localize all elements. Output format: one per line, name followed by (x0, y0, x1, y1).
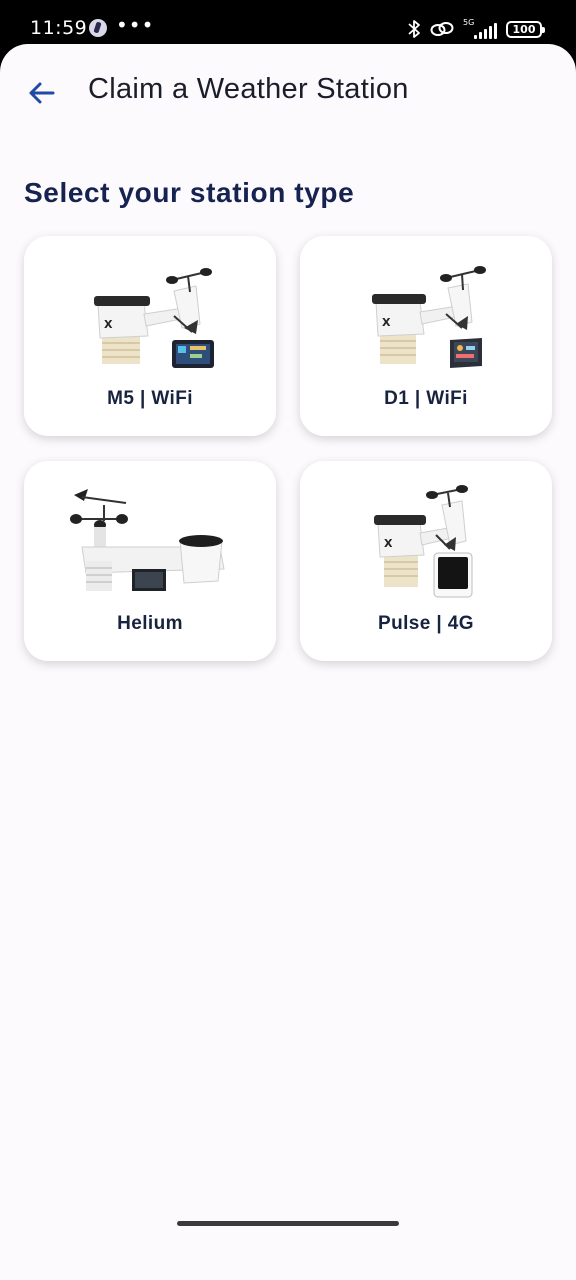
back-button[interactable] (24, 76, 58, 110)
status-time: 11:59 (30, 17, 88, 39)
svg-text:X: X (104, 318, 113, 331)
svg-text:X: X (382, 316, 391, 329)
status-icons: 5G 100 (407, 18, 545, 40)
link-icon (430, 22, 454, 36)
battery-icon: 100 (506, 20, 545, 38)
arrow-left-icon (29, 82, 55, 104)
app-screen: Claim a Weather Station Select your stat… (0, 44, 576, 1280)
d1-station-image: X (372, 266, 486, 368)
page-title: Claim a Weather Station (88, 73, 409, 105)
bluetooth-icon (408, 20, 420, 38)
notification-app-icon (89, 19, 107, 37)
m5-station-image: X (94, 268, 214, 368)
station-card-label: Helium (117, 613, 183, 634)
battery-level: 100 (512, 22, 536, 36)
helium-station-image (70, 489, 225, 591)
network-type: 5G (463, 18, 475, 27)
station-card-m5-wifi[interactable]: X M5 | WiFi (24, 236, 276, 436)
station-card-d1-wifi[interactable]: X D1 | WiFi (300, 236, 552, 436)
section-heading: Select your station type (24, 177, 355, 208)
pulse-4g-station-image: X (374, 485, 473, 598)
gesture-home-bar[interactable] (177, 1221, 399, 1226)
station-card-label: M5 | WiFi (107, 388, 193, 409)
station-card-pulse-4g[interactable]: X Pulse | 4G (300, 461, 552, 661)
station-card-label: Pulse | 4G (378, 613, 474, 634)
cellular-signal-icon: 5G (463, 19, 497, 39)
svg-text:X: X (384, 537, 393, 550)
station-card-helium[interactable]: Helium (24, 461, 276, 661)
station-card-label: D1 | WiFi (384, 388, 468, 409)
more-notifications-icon: ••• (116, 13, 155, 37)
